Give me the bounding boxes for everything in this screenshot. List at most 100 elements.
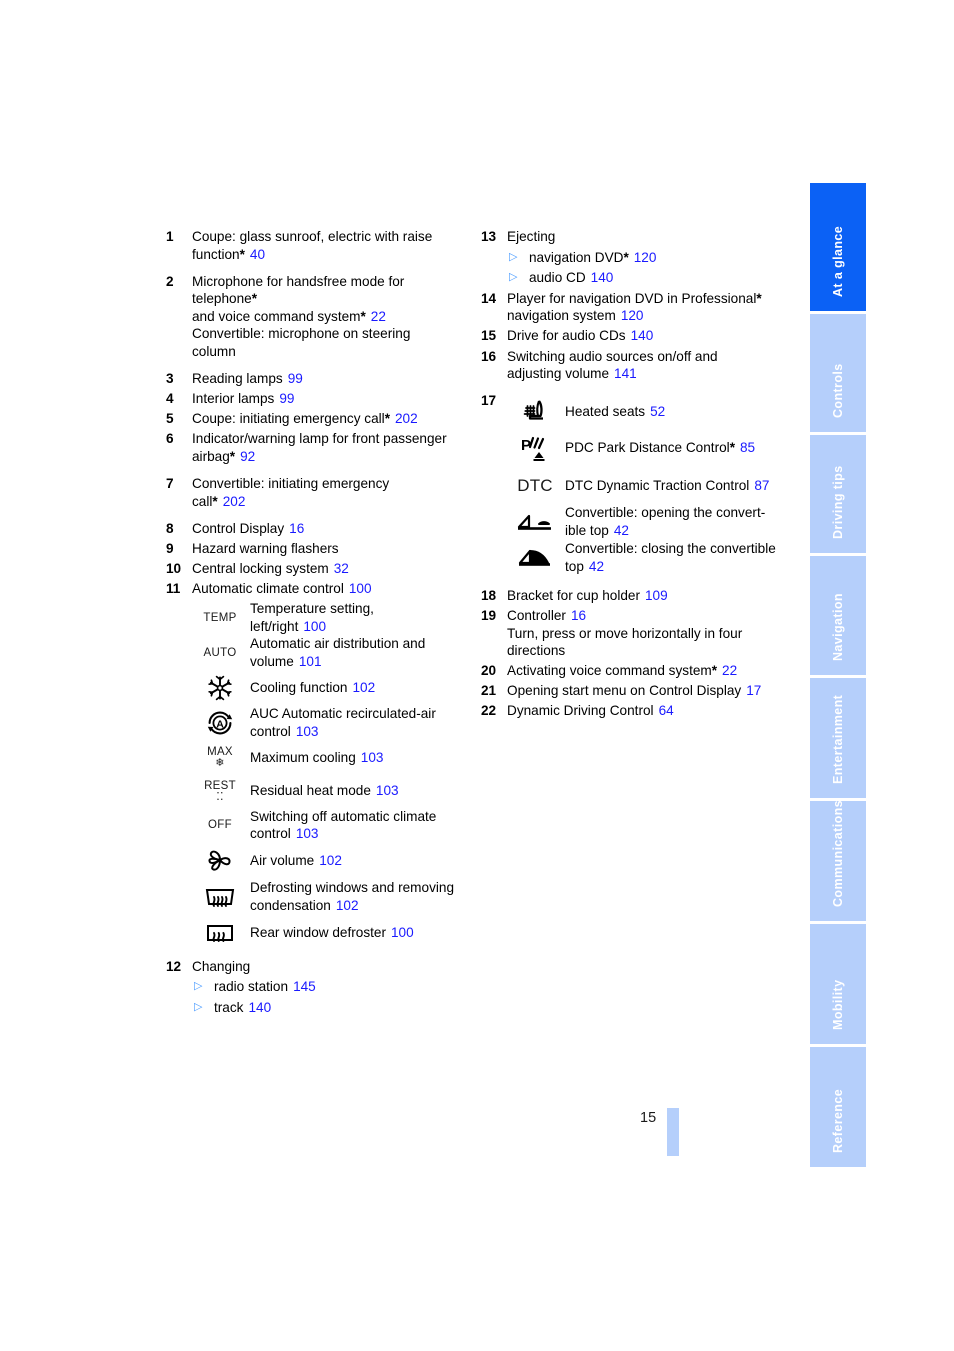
icon-row-text: Residual heat mode 103	[248, 782, 466, 800]
triangle-bullet-icon: ▷	[509, 250, 518, 263]
item-line-1: Switching audio sources on/off and	[507, 348, 718, 364]
snowflake-icon	[192, 675, 248, 701]
rear-window-defrost-icon	[192, 920, 248, 946]
icon-row-line-2: control	[250, 826, 291, 842]
page-reference[interactable]: 100	[391, 925, 414, 940]
page-reference[interactable]: 32	[334, 561, 349, 576]
convertible-top-open-glyph	[517, 514, 551, 530]
page-reference[interactable]: 103	[376, 783, 399, 798]
page-reference[interactable]: 22	[371, 309, 386, 324]
page-reference[interactable]: 145	[293, 979, 316, 994]
icon-row-line-1: Heated seats	[565, 404, 646, 420]
page-reference[interactable]: 52	[650, 404, 665, 419]
sub-item-text: navigation DVD* 120	[529, 249, 791, 267]
icon-row-text: Maximum cooling 103	[248, 749, 466, 767]
climate-icon-row-max-cooling: MAX ❄ Maximum cooling 103	[192, 741, 466, 775]
item-number: 8	[166, 520, 174, 536]
page-reference[interactable]: 92	[240, 449, 255, 464]
dtc-text-icon: DTC	[507, 477, 563, 494]
climate-icon-row-rear-defrost: Rear window defroster 100	[192, 915, 466, 951]
item-text: Indicator/warning lamp for front passeng…	[192, 430, 466, 465]
climate-icon-row-cooling: Cooling function 102	[192, 671, 466, 705]
sub-item-text: radio station 145	[214, 978, 466, 996]
item-text: Activating voice command system* 22	[507, 662, 791, 680]
fan-glyph	[208, 850, 231, 871]
page-reference[interactable]: 140	[591, 270, 614, 285]
item-text: Coupe: initiating emergency call* 202	[192, 410, 466, 428]
convertible-top-close-icon	[507, 546, 563, 570]
page-reference[interactable]: 120	[621, 308, 644, 323]
page-reference[interactable]: 101	[299, 654, 322, 669]
legend-item-7: 7 Convertible: initiating emergency call…	[166, 475, 466, 510]
icon-row-text: Cooling function 102	[248, 679, 466, 697]
page-reference[interactable]: 100	[349, 581, 372, 596]
item-text: Changing	[192, 958, 466, 976]
sub-item-text: audio CD 140	[529, 269, 791, 287]
item-label: Interior lamps	[192, 391, 275, 407]
control-icon-row-top-open: Convertible: opening the convert- ible t…	[507, 504, 791, 540]
item-text: Opening start menu on Control Display 17	[507, 682, 791, 700]
item-text: Player for navigation DVD in Professiona…	[507, 290, 791, 325]
page-reference[interactable]: 103	[296, 724, 319, 739]
icon-row-line-2: left/right	[250, 618, 299, 634]
legend-item-1: 1 Coupe: glass sunroof, electric with ra…	[166, 228, 466, 263]
page-reference[interactable]: 40	[250, 247, 265, 262]
item-number: 2	[166, 273, 174, 289]
item-line-3: and voice command system	[192, 308, 361, 324]
icon-row-text: Air volume 102	[248, 852, 466, 870]
item-number: 21	[481, 683, 497, 699]
page-reference[interactable]: 202	[223, 494, 246, 509]
pdc-glyph: P	[521, 436, 545, 461]
page-reference[interactable]: 141	[614, 366, 637, 381]
item-text: Dynamic Driving Control 64	[507, 702, 791, 720]
max-cooling-icon: MAX ❄	[192, 746, 248, 769]
tab-entertainment[interactable]: Entertainment	[810, 678, 866, 802]
tab-navigation[interactable]: Navigation	[810, 555, 866, 679]
climate-icon-row-residual-heat: REST ⁚⁚ Residual heat mode 103	[192, 775, 466, 808]
page-reference[interactable]: 99	[288, 371, 303, 386]
item-label: Bracket for cup holder	[507, 587, 640, 603]
page-reference[interactable]: 64	[659, 703, 674, 718]
page-reference[interactable]: 102	[353, 680, 376, 695]
tab-communications[interactable]: Communications	[810, 801, 866, 925]
page-reference[interactable]: 103	[361, 750, 384, 765]
icon-row-line-1: Residual heat mode	[250, 783, 371, 799]
page-reference[interactable]: 140	[631, 328, 654, 343]
tab-controls[interactable]: Controls	[810, 313, 866, 435]
page-reference[interactable]: 85	[740, 440, 755, 455]
item-number: 4	[166, 391, 174, 407]
icon-row-line-2: condensation	[250, 897, 331, 913]
item-text: Central locking system 32	[192, 560, 466, 578]
icon-row-text: Rear window defroster 100	[248, 924, 466, 942]
page-reference[interactable]: 16	[289, 521, 304, 536]
page-reference[interactable]: 87	[754, 478, 769, 493]
sub-item-label: audio CD	[529, 270, 586, 286]
page-reference[interactable]: 42	[589, 559, 604, 574]
page-reference[interactable]: 16	[571, 608, 586, 623]
tab-at-a-glance[interactable]: At a glance	[810, 183, 866, 314]
page-reference[interactable]: 120	[634, 250, 657, 265]
page-reference[interactable]: 140	[248, 1000, 271, 1015]
page-reference[interactable]: 100	[303, 619, 326, 634]
item-line-1: Controller	[507, 607, 566, 623]
sub-item-radio-station: ▷ radio station 145	[192, 978, 466, 996]
page-reference[interactable]: 102	[319, 853, 342, 868]
page-reference[interactable]: 202	[395, 411, 418, 426]
page-reference[interactable]: 17	[746, 683, 761, 698]
page-reference[interactable]: 42	[614, 523, 629, 538]
icon-row-line-1: Rear window defroster	[250, 924, 386, 940]
page-reference[interactable]: 103	[296, 826, 319, 841]
item-line-1: Coupe: glass sunroof, electric with rais…	[192, 229, 433, 244]
page-reference[interactable]: 109	[645, 588, 668, 603]
control-icon-row-top-close: Convertible: closing the convertible top…	[507, 540, 791, 576]
page-reference[interactable]: 22	[722, 663, 737, 678]
legend-item-12: 12 Changing	[166, 958, 466, 976]
icon-row-line-2: control	[250, 723, 291, 739]
tab-mobility[interactable]: Mobility	[810, 924, 866, 1048]
page-reference[interactable]: 102	[336, 898, 359, 913]
page-reference[interactable]: 99	[279, 391, 294, 406]
tab-driving-tips[interactable]: Driving tips	[810, 434, 866, 556]
icon-label: OFF	[208, 819, 232, 832]
tab-reference[interactable]: Reference	[810, 1047, 866, 1168]
